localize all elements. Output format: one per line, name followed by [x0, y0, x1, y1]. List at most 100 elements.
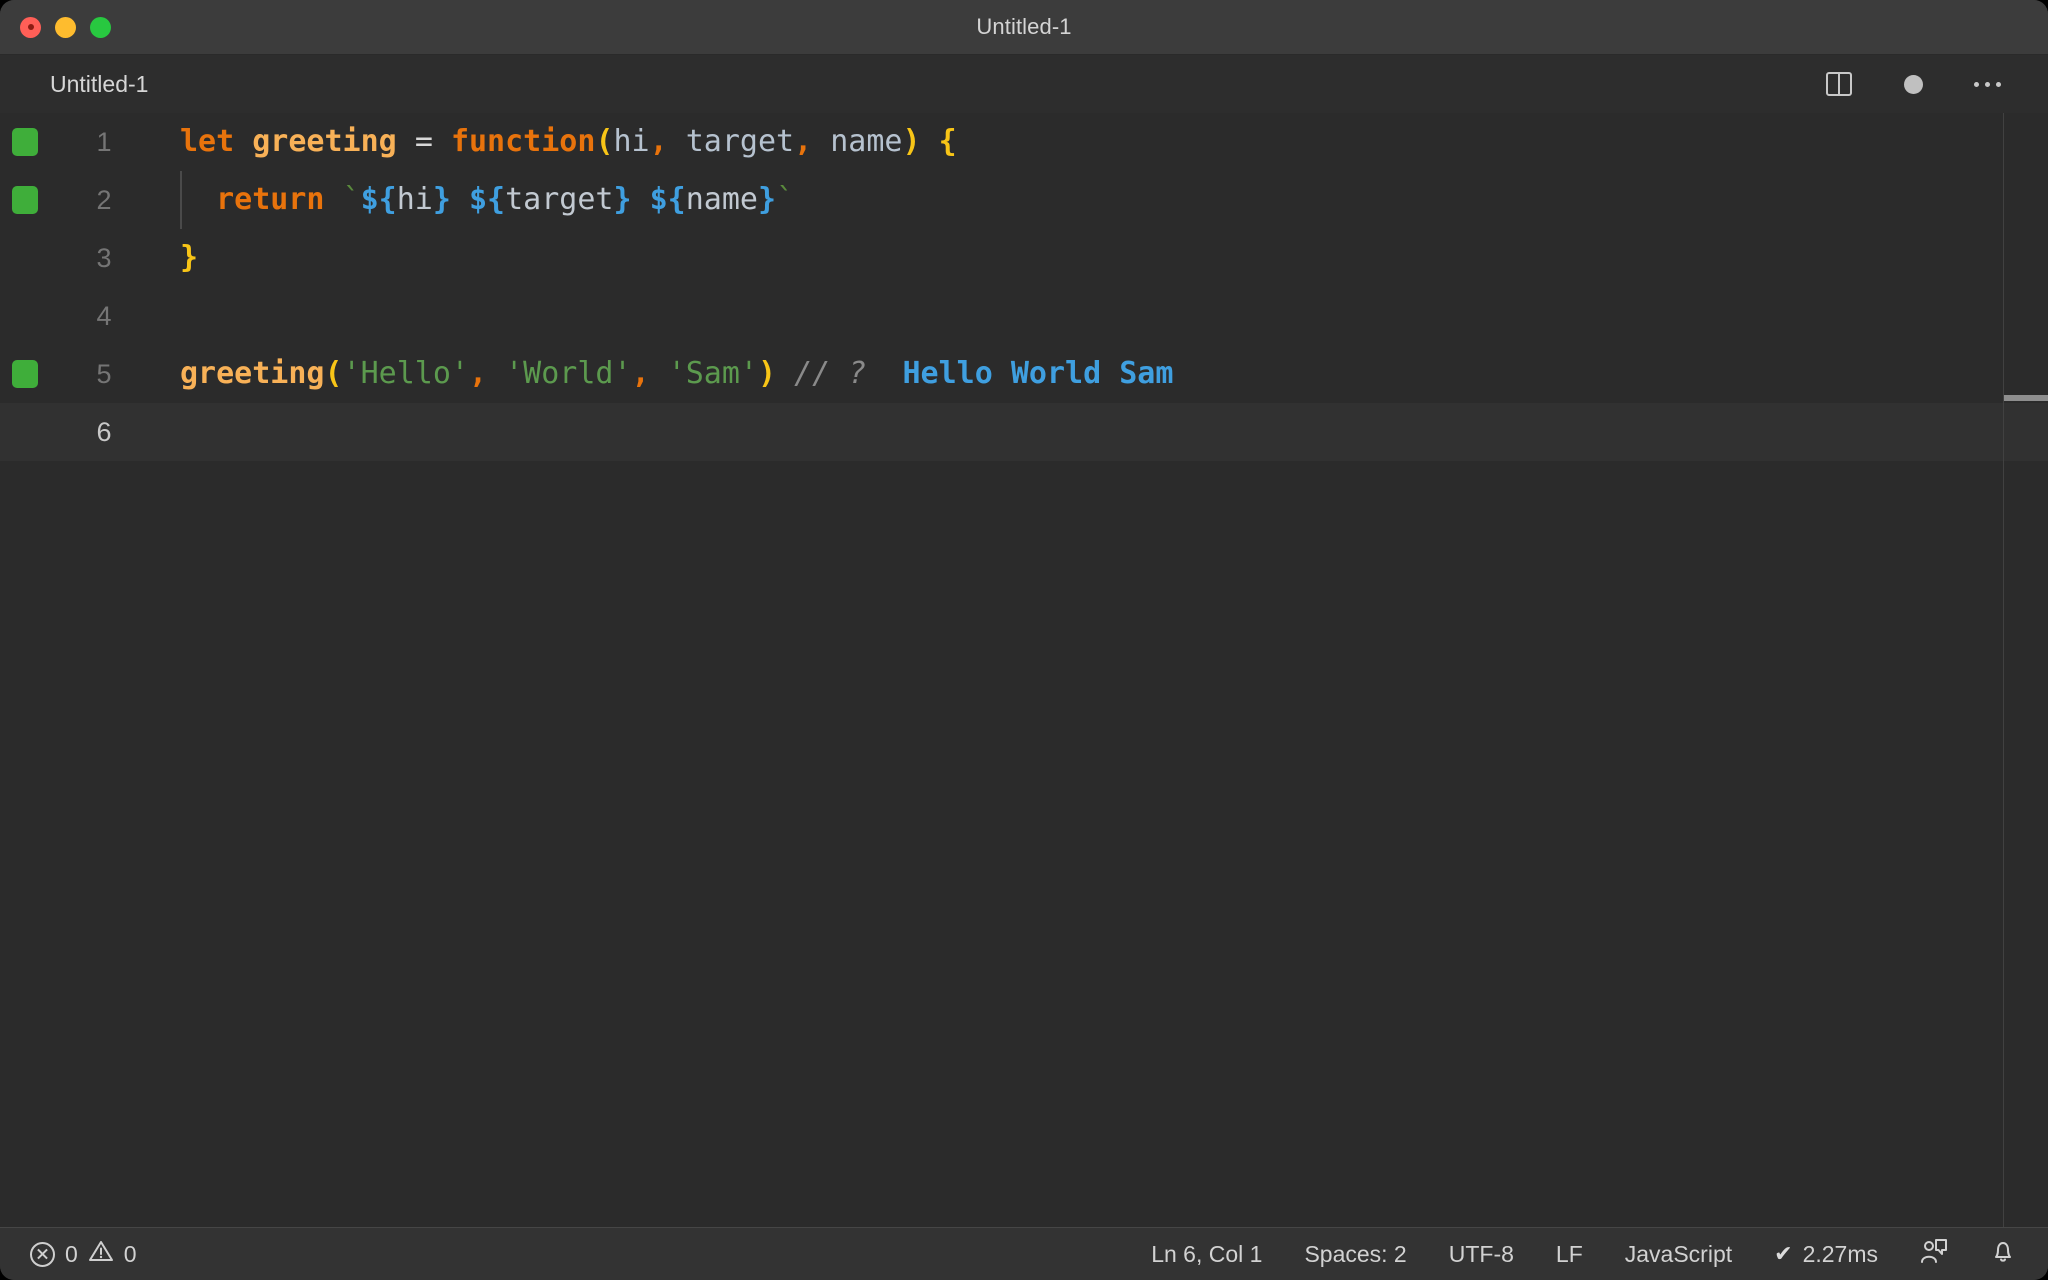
- more-actions-icon: [1974, 82, 2001, 87]
- coverage-marker-icon: [12, 186, 38, 214]
- token-kw: function: [451, 124, 596, 159]
- token-op: [776, 356, 794, 391]
- status-bar: 0 0 Ln 6, Col 1 Spaces: 2 UTF-8 LF JavaS…: [0, 1227, 2048, 1280]
- token-op: [921, 124, 939, 159]
- line-number: 3: [50, 229, 128, 287]
- token-interp: ${: [469, 182, 505, 217]
- unsaved-indicator[interactable]: [1896, 67, 1930, 101]
- line-content[interactable]: [128, 287, 2048, 345]
- token-interp: }: [614, 182, 632, 217]
- feedback-button[interactable]: [1916, 1236, 1952, 1272]
- more-actions-button[interactable]: [1970, 67, 2004, 101]
- token-param: hi: [614, 124, 650, 159]
- token-var: hi: [397, 182, 433, 217]
- editor-tabbar: Untitled-1: [0, 55, 2048, 113]
- tab-untitled-1[interactable]: Untitled-1: [0, 55, 174, 113]
- line-number: 5: [50, 345, 128, 403]
- token-tick: `: [776, 182, 794, 217]
- indent-guide: [180, 171, 182, 229]
- token-op: [180, 182, 216, 217]
- language-mode[interactable]: JavaScript: [1621, 1239, 1736, 1270]
- token-interp: }: [433, 182, 451, 217]
- error-icon: [30, 1242, 55, 1267]
- token-fnname: greeting: [180, 356, 325, 391]
- token-comment: // ?: [794, 356, 866, 391]
- token-op: [487, 356, 505, 391]
- token-punct: ): [903, 124, 921, 159]
- line-content[interactable]: [128, 403, 2048, 461]
- token-kw: let: [180, 124, 234, 159]
- token-punct: (: [595, 124, 613, 159]
- coverage-marker-slot: [0, 403, 50, 461]
- code-lines[interactable]: 1let greeting = function(hi, target, nam…: [0, 113, 2048, 1227]
- problems-status[interactable]: 0 0: [26, 1237, 141, 1271]
- token-op: [650, 356, 668, 391]
- token-comma: ,: [650, 124, 668, 159]
- token-op: [234, 124, 252, 159]
- token-run: }: [180, 229, 198, 287]
- encoding-setting[interactable]: UTF-8: [1445, 1239, 1518, 1270]
- tab-label: Untitled-1: [50, 71, 148, 98]
- token-str: 'World': [505, 356, 631, 391]
- token-op: [632, 182, 650, 217]
- token-brace: {: [939, 124, 957, 159]
- code-line[interactable]: 1let greeting = function(hi, target, nam…: [0, 113, 2048, 171]
- token-fnname: greeting: [252, 124, 397, 159]
- status-bar-left: 0 0: [26, 1237, 141, 1271]
- line-content[interactable]: greeting('Hello', 'World', 'Sam') // ? H…: [128, 345, 2048, 403]
- coverage-marker-slot: [0, 345, 50, 403]
- token-comma: ,: [794, 124, 812, 159]
- code-line[interactable]: 5 greeting('Hello', 'World', 'Sam') // ? …: [0, 345, 2048, 403]
- coverage-marker-icon: [12, 360, 38, 388]
- coverage-marker-icon: [12, 128, 38, 156]
- token-run: greeting('Hello', 'World', 'Sam') // ? H…: [180, 345, 1173, 403]
- token-op: =: [415, 124, 433, 159]
- window-titlebar: Untitled-1: [0, 0, 2048, 55]
- warning-count: 0: [124, 1241, 137, 1268]
- token-interp: ${: [650, 182, 686, 217]
- token-str: 'Sam': [668, 356, 758, 391]
- close-window-button[interactable]: [20, 17, 41, 38]
- token-comma: ,: [632, 356, 650, 391]
- line-content[interactable]: return `${hi} ${target} ${name}`: [128, 171, 2048, 229]
- coverage-marker-slot: [0, 287, 50, 345]
- split-editor-icon: [1826, 72, 1852, 96]
- code-line[interactable]: 2 return `${hi} ${target} ${name}`: [0, 171, 2048, 229]
- line-content[interactable]: }: [128, 229, 2048, 287]
- window-title: Untitled-1: [0, 14, 2048, 40]
- line-number: 4: [50, 287, 128, 345]
- code-line[interactable]: 4: [0, 287, 2048, 345]
- token-param: name: [830, 124, 902, 159]
- maximize-window-button[interactable]: [90, 17, 111, 38]
- eol-setting[interactable]: LF: [1552, 1239, 1587, 1270]
- line-content[interactable]: let greeting = function(hi, target, name…: [128, 113, 2048, 171]
- unsaved-dot-icon: [1904, 75, 1923, 94]
- editor-window: Untitled-1 Untitled-1 1let greeting = fu…: [0, 0, 2048, 1280]
- indentation-setting[interactable]: Spaces: 2: [1300, 1239, 1410, 1270]
- cursor-position[interactable]: Ln 6, Col 1: [1147, 1239, 1266, 1270]
- token-brace: }: [180, 240, 198, 275]
- token-op: [433, 124, 451, 159]
- token-punct: (: [325, 356, 343, 391]
- split-editor-button[interactable]: [1822, 67, 1856, 101]
- token-kw: return: [216, 182, 324, 217]
- code-editor[interactable]: 1let greeting = function(hi, target, nam…: [0, 113, 2048, 1227]
- scrollbar-marker[interactable]: [2004, 395, 2048, 401]
- code-line[interactable]: 3}: [0, 229, 2048, 287]
- token-run: return `${hi} ${target} ${name}`: [180, 171, 794, 229]
- minimize-window-button[interactable]: [55, 17, 76, 38]
- token-op: [397, 124, 415, 159]
- token-run: let greeting = function(hi, target, name…: [180, 113, 957, 171]
- token-param: target: [686, 124, 794, 159]
- token-tick: `: [343, 182, 361, 217]
- token-op: [325, 182, 343, 217]
- token-punct: ): [758, 356, 776, 391]
- token-str: 'Hello': [343, 356, 469, 391]
- line-number: 6: [50, 403, 128, 461]
- code-line[interactable]: 6: [0, 403, 2048, 461]
- status-bar-right: Ln 6, Col 1 Spaces: 2 UTF-8 LF JavaScrip…: [1147, 1236, 2020, 1272]
- run-time-status[interactable]: ✔ 2.27ms: [1770, 1239, 1882, 1270]
- notifications-button[interactable]: [1986, 1236, 2020, 1272]
- token-result: Hello World Sam: [903, 356, 1174, 391]
- token-var: target: [505, 182, 613, 217]
